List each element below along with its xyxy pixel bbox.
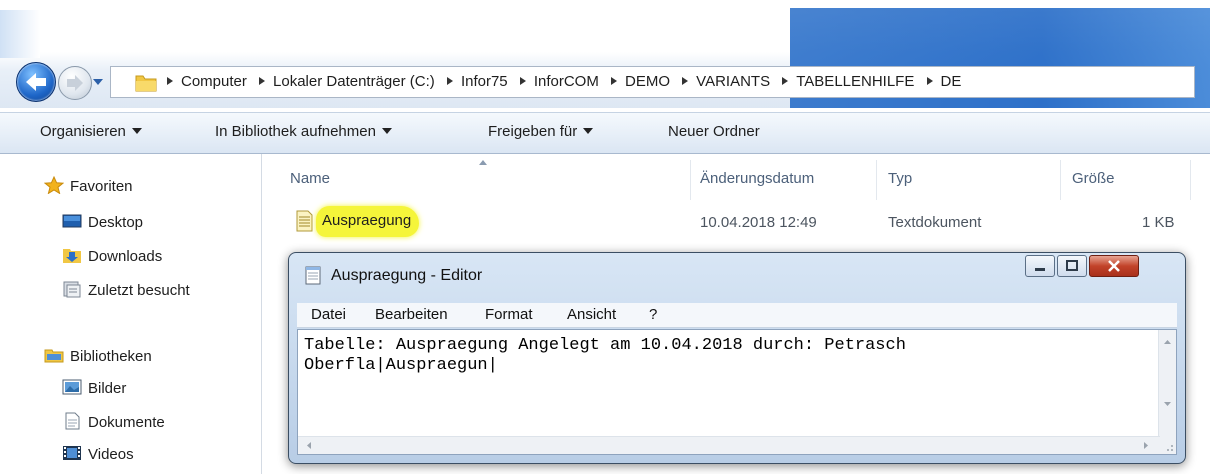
window-title: Auspraegung - Editor: [331, 267, 483, 284]
pictures-icon: [62, 379, 82, 395]
new-folder-button[interactable]: Neuer Ordner: [668, 123, 760, 140]
menu-help[interactable]: ?: [649, 306, 657, 323]
breadcrumb-local-disk[interactable]: Lokaler Datenträger (C:): [259, 73, 435, 90]
file-name-highlighted[interactable]: Auspraegung: [316, 206, 420, 237]
star-icon: [44, 176, 64, 194]
breadcrumb: Computer Lokaler Datenträger (C:) Infor7…: [167, 73, 969, 90]
nav-item-desktop[interactable]: Desktop: [62, 212, 143, 231]
scroll-arrows-icon: [307, 442, 1148, 449]
column-header-type[interactable]: Typ: [888, 170, 912, 187]
address-bar[interactable]: Computer Lokaler Datenträger (C:) Infor7…: [110, 66, 1195, 98]
vertical-scrollbar[interactable]: [1158, 330, 1176, 438]
nav-item-videos[interactable]: Videos: [62, 444, 134, 463]
breadcrumb-variants[interactable]: VARIANTS: [682, 73, 770, 90]
sort-ascending-icon: [479, 160, 487, 165]
navigation-pane: Favoriten Desktop Downloads Zuletzt besu…: [0, 154, 262, 474]
minimize-icon: [1035, 268, 1045, 271]
frame-glow: [0, 10, 40, 58]
file-type: Textdokument: [888, 214, 982, 231]
nav-item-downloads[interactable]: Downloads: [62, 246, 162, 265]
videos-icon: [63, 446, 81, 460]
nav-item-libraries[interactable]: Bibliotheken: [44, 346, 152, 365]
share-with-button[interactable]: Freigeben für: [488, 123, 594, 140]
breadcrumb-computer[interactable]: Computer: [167, 73, 247, 90]
column-divider: [1060, 160, 1061, 200]
window-controls: [1007, 255, 1177, 279]
back-button[interactable]: [16, 62, 56, 102]
organize-button[interactable]: Organisieren: [40, 123, 142, 140]
text-line-2: Oberfla|Auspraegun|: [304, 356, 498, 375]
recent-places-icon: [63, 281, 81, 298]
breadcrumb-tabellenhilfe[interactable]: TABELLENHILFE: [782, 73, 914, 90]
close-icon: [1108, 260, 1120, 272]
column-header-modified[interactable]: Änderungsdatum: [700, 170, 814, 187]
text-document-icon: [296, 210, 313, 232]
forward-arrow-icon: [67, 75, 83, 91]
downloads-folder-icon: [63, 249, 81, 263]
file-modified: 10.04.2018 12:49: [700, 214, 817, 231]
menu-edit[interactable]: Bearbeiten: [375, 306, 448, 323]
close-button[interactable]: [1089, 255, 1139, 277]
text-line-1: Tabelle: Auspraegung Angelegt am 10.04.2…: [304, 336, 906, 355]
column-divider: [876, 160, 877, 200]
desktop-icon: [62, 214, 82, 228]
menu-format[interactable]: Format: [485, 306, 533, 323]
horizontal-scrollbar[interactable]: [298, 436, 1160, 454]
folder-icon: [135, 75, 157, 92]
breadcrumb-de[interactable]: DE: [926, 73, 961, 90]
titlebar-glass-shine: [790, 8, 1210, 53]
minimize-button[interactable]: [1025, 255, 1055, 277]
resize-grip[interactable]: [1159, 437, 1176, 454]
menu-view[interactable]: Ansicht: [567, 306, 616, 323]
notepad-window: Auspraegung - Editor Datei Bearbeiten Fo…: [288, 252, 1186, 464]
libraries-icon: [44, 349, 64, 363]
maximize-button[interactable]: [1057, 255, 1087, 277]
scroll-arrows-icon: [1164, 340, 1171, 406]
column-divider: [1190, 160, 1191, 200]
nav-item-recent-places[interactable]: Zuletzt besucht: [62, 280, 190, 299]
nav-item-pictures[interactable]: Bilder: [62, 378, 126, 397]
breadcrumb-infor75[interactable]: Infor75: [446, 73, 508, 90]
notepad-icon: [305, 266, 321, 285]
command-toolbar: Organisieren In Bibliothek aufnehmen Fre…: [0, 112, 1210, 154]
include-in-library-button[interactable]: In Bibliothek aufnehmen: [215, 123, 392, 140]
resize-grip-icon: [1167, 445, 1173, 451]
nav-item-documents[interactable]: Dokumente: [62, 412, 165, 431]
forward-button[interactable]: [58, 66, 92, 100]
documents-icon: [65, 412, 80, 430]
breadcrumb-inforcom[interactable]: InforCOM: [519, 73, 599, 90]
menu-bar: Datei Bearbeiten Format Ansicht ?: [297, 303, 1177, 328]
text-editor-area[interactable]: Tabelle: Auspraegung Angelegt am 10.04.2…: [297, 329, 1177, 455]
column-divider: [690, 160, 691, 200]
menu-file[interactable]: Datei: [311, 306, 346, 323]
chevron-down-icon: [131, 128, 142, 134]
nav-item-favorites[interactable]: Favoriten: [44, 176, 133, 195]
file-size: 1 KB: [1142, 214, 1175, 231]
column-header-size[interactable]: Größe: [1072, 170, 1115, 187]
maximize-icon: [1066, 260, 1078, 271]
chevron-down-icon: [381, 128, 392, 134]
column-header-name[interactable]: Name: [290, 170, 330, 187]
chevron-down-icon: [583, 128, 594, 134]
back-arrow-icon: [26, 73, 46, 91]
breadcrumb-demo[interactable]: DEMO: [611, 73, 670, 90]
history-dropdown-icon[interactable]: [92, 76, 104, 88]
